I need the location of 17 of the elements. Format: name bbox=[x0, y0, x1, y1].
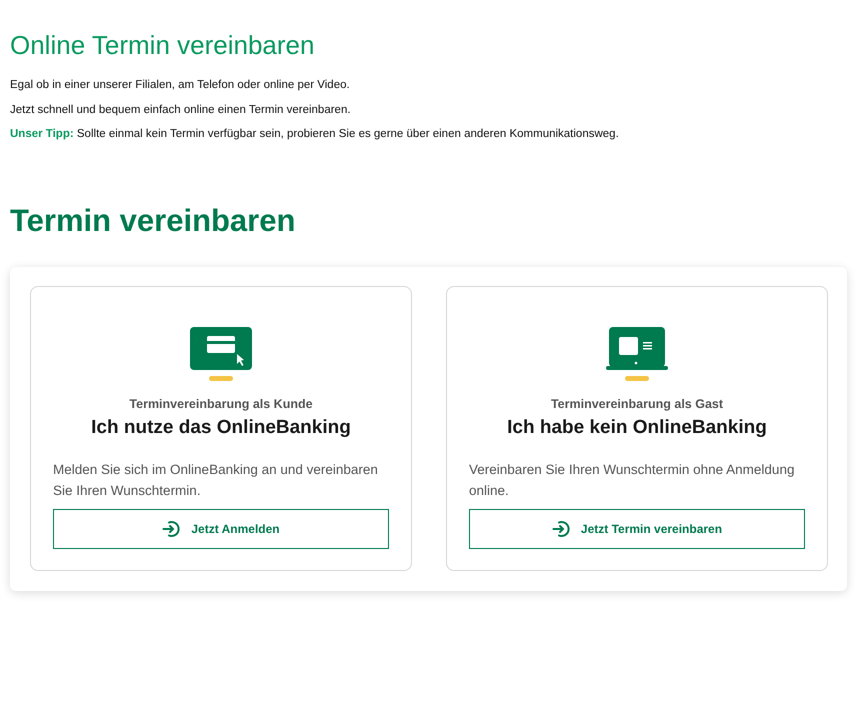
page-title: Online Termin vereinbaren bbox=[10, 30, 316, 61]
section-title: Termin vereinbaren bbox=[10, 202, 296, 239]
tip-text: Unser Tipp: Sollte einmal kein Termin verfügbar sein, probieren Sie es gerne über einen anderen Kommunikationsweg. bbox=[10, 128, 620, 141]
card-title: Ich nutze das OnlineBanking bbox=[91, 416, 351, 439]
card-text: Vereinbaren Sie Ihren Wunschtermin ohne Anmeldung online. bbox=[469, 460, 796, 500]
action-button[interactable]: Jetzt Termin vereinbaren bbox=[469, 508, 805, 549]
card-title: Ich habe kein OnlineBanking bbox=[507, 416, 767, 439]
intro-text: Jetzt schnell und bequem einfach online einen Termin vereinbaren. bbox=[10, 104, 352, 116]
intro-text: Egal ob in einer unserer Filialen, am Telefon oder online per Video. bbox=[10, 79, 351, 92]
card-eyebrow: Terminvereinbarung als Kunde bbox=[129, 396, 313, 411]
card-text: Melden Sie sich im OnlineBanking an und vereinbaren Sie Ihren Wunschtermin. bbox=[53, 460, 379, 500]
login-arrow-icon bbox=[552, 518, 572, 539]
card-on-screen-icon bbox=[190, 326, 252, 383]
card-eyebrow: Terminvereinbarung als Gast bbox=[550, 396, 724, 411]
laptop-icon bbox=[606, 326, 668, 383]
login-arrow-icon bbox=[162, 518, 182, 539]
action-button[interactable]: Jetzt Anmelden bbox=[53, 508, 389, 549]
